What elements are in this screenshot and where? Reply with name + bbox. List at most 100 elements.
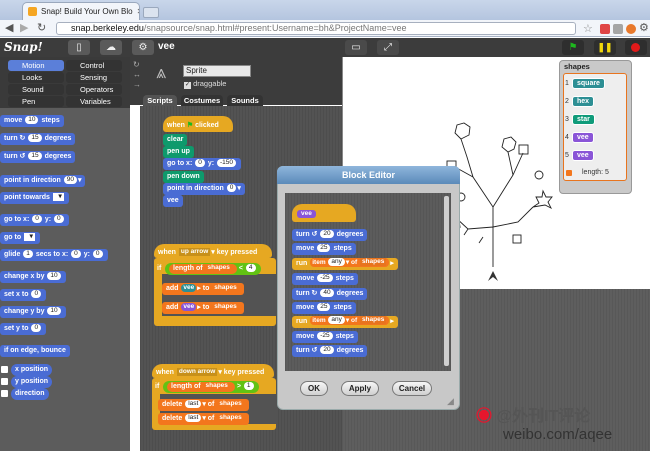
block-turn-left[interactable]: turn ↺ 20 degrees	[292, 345, 368, 357]
direction-checkbox[interactable]	[1, 390, 8, 397]
block-add-to-list[interactable]: add vee ▸ to shapes	[162, 283, 244, 295]
sprite-name-field[interactable]: Sprite	[183, 65, 251, 77]
reporter-x-position[interactable]: x position	[11, 364, 53, 376]
draggable-option[interactable]: ✓ draggable	[184, 79, 226, 89]
predicate-greater-than[interactable]: length of shapes > 1	[163, 381, 259, 393]
tab-title: Snap! Build Your Own Blo	[41, 7, 133, 16]
hat-when-key-pressed[interactable]: when up arrow ▾ key pressed	[154, 244, 272, 258]
y-position-checkbox[interactable]	[1, 378, 8, 385]
stop-icon	[631, 43, 640, 52]
block-change-x[interactable]: change x by 10	[0, 271, 66, 283]
block-delete-from-list[interactable]: delete last ▾ of shapes	[158, 413, 249, 425]
forward-icon[interactable]: ▶	[20, 23, 28, 34]
block-pen-down[interactable]: pen down	[163, 171, 204, 183]
weibo-url: weibo.com/aqee	[503, 426, 613, 443]
category-sensing[interactable]: Sensing	[66, 72, 122, 83]
cancel-button[interactable]: Cancel	[392, 381, 432, 396]
block-go-to-xy[interactable]: go to x: 0 y: 0	[0, 214, 69, 226]
list-length: length: 5	[582, 169, 609, 176]
category-looks[interactable]: Looks	[8, 72, 64, 83]
hat-when-key-pressed[interactable]: when down arrow ▾ key pressed	[152, 364, 274, 378]
block-point-in-direction[interactable]: point in direction 90 ▾	[0, 175, 86, 187]
block-run[interactable]: run item any ▾ of shapes ▸	[292, 316, 398, 328]
add-item-icon[interactable]	[566, 170, 572, 176]
pause-button[interactable]: ❚❚	[594, 40, 616, 55]
apply-button[interactable]: Apply	[341, 381, 379, 396]
block-turn-left[interactable]: turn ↺ 15 degrees	[0, 151, 76, 163]
resize-handle-icon[interactable]: ◢	[447, 396, 454, 407]
block-point-towards[interactable]: point towards ▾	[0, 192, 69, 204]
block-move[interactable]: move 10 steps	[0, 115, 64, 127]
wrench-icon[interactable]: ⚙	[639, 21, 649, 34]
reporter-direction[interactable]: direction	[11, 388, 49, 400]
block-bounce[interactable]: if on edge, bounce	[0, 345, 70, 357]
block-point-in-direction[interactable]: point in direction 0 ▾	[163, 183, 245, 195]
checkbox-checked-icon[interactable]: ✓	[184, 82, 191, 89]
block-clear[interactable]: clear	[163, 134, 188, 146]
snap-logo[interactable]: Snap!	[4, 40, 43, 54]
block-move[interactable]: move -25 steps	[292, 331, 358, 343]
tab-sounds[interactable]: Sounds	[227, 95, 263, 106]
category-pen[interactable]: Pen	[8, 96, 64, 107]
browser-tab[interactable]: Snap! Build Your Own Blo ✕	[22, 2, 140, 20]
close-tab-icon[interactable]: ✕	[137, 7, 139, 16]
block-turn-right[interactable]: turn ↻ 15 degrees	[0, 133, 76, 145]
category-sound[interactable]: Sound	[8, 84, 64, 95]
list-contents: 1 square 2 hex 3 star 4 vee 5 vee length: 5	[563, 73, 627, 181]
new-tab-button[interactable]	[143, 7, 159, 18]
ok-button[interactable]: OK	[300, 381, 328, 396]
watcher-title: shapes	[564, 62, 590, 71]
back-icon[interactable]: ◀	[5, 23, 13, 34]
block-set-y[interactable]: set y to 0	[0, 323, 47, 335]
x-position-checkbox[interactable]	[1, 366, 8, 373]
block-go-to-xy[interactable]: go to x: 0 y: -150	[163, 158, 242, 170]
category-control[interactable]: Control	[66, 60, 122, 71]
stage-size-icon[interactable]: ▭	[345, 40, 367, 55]
category-variables[interactable]: Variables	[66, 96, 122, 107]
block-add-to-list[interactable]: add vee ▸ to shapes	[162, 302, 244, 314]
url-field[interactable]: snap.berkeley.edu/snapsource/snap.html#p…	[56, 22, 576, 35]
predicate-less-than[interactable]: length of shapes < 4	[165, 263, 261, 275]
green-flag-button[interactable]: ⚑	[562, 40, 584, 55]
rotation-style-icon[interactable]: ↻	[133, 60, 140, 69]
block-editor-scrollbar[interactable]	[444, 196, 449, 366]
block-pen-up[interactable]: pen up	[163, 146, 194, 158]
green-flag-icon: ⚑	[186, 122, 194, 129]
settings-gear-icon[interactable]: ⚙	[132, 40, 154, 55]
rotation-style-icon[interactable]: ↔	[133, 70, 141, 79]
block-move[interactable]: move 25 steps	[292, 243, 356, 255]
category-operators[interactable]: Operators	[66, 84, 122, 95]
extension-icon[interactable]	[600, 24, 610, 34]
presentation-mode-icon[interactable]: ⤢	[377, 40, 399, 55]
file-menu-icon[interactable]: ▯	[68, 40, 90, 55]
extension-icon[interactable]	[613, 24, 623, 34]
reload-icon[interactable]: ↻	[37, 23, 46, 34]
block-set-x[interactable]: set x to 0	[0, 289, 47, 301]
block-move[interactable]: move -25 steps	[292, 273, 358, 285]
block-go-to[interactable]: go to ▾	[0, 232, 40, 244]
block-run[interactable]: run item any ▾ of shapes ▸	[292, 258, 398, 270]
weibo-logo-icon: ◉	[476, 408, 493, 425]
rotation-style-icon[interactable]: →	[133, 80, 141, 89]
hat-when-flag-clicked[interactable]: when ⚑ clicked	[163, 116, 233, 132]
address-toolbar: ◀ ▶ ↻ snap.berkeley.edu/snapsource/snap.…	[0, 20, 650, 37]
tab-scripts[interactable]: Scripts	[143, 95, 177, 106]
block-turn-left[interactable]: turn ↺ 20 degrees	[292, 229, 368, 241]
block-glide[interactable]: glide 1 secs to x: 0 y: 0	[0, 249, 108, 261]
url-path: /snapsource/snap.html#present:Username=b…	[143, 23, 407, 33]
tab-costumes[interactable]: Costumes	[181, 95, 223, 106]
bookmark-star-icon[interactable]: ☆	[583, 22, 593, 35]
block-delete-from-list[interactable]: delete last ▾ of shapes	[158, 399, 249, 411]
block-change-y[interactable]: change y by 10	[0, 306, 66, 318]
stop-button[interactable]	[625, 40, 647, 55]
block-vee-custom[interactable]: vee	[163, 195, 183, 207]
if-label: if	[157, 265, 162, 272]
custom-block-prototype[interactable]: vee	[292, 204, 356, 222]
cloud-icon[interactable]: ☁	[100, 40, 122, 55]
abp-icon[interactable]	[626, 24, 636, 34]
category-selector: Motion Looks Sound Pen Control Sensing O…	[0, 57, 130, 108]
category-motion[interactable]: Motion	[8, 60, 64, 71]
reporter-y-position[interactable]: y position	[11, 376, 53, 388]
block-move[interactable]: move 25 steps	[292, 302, 356, 314]
block-turn-right[interactable]: turn ↻ 40 degrees	[292, 288, 368, 300]
